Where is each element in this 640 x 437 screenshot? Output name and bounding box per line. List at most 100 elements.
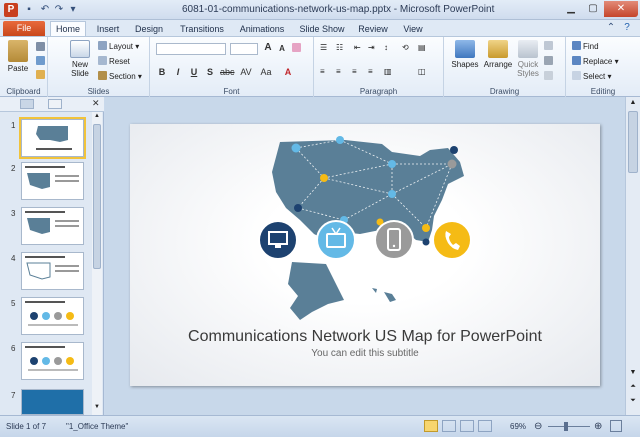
slide-thumbnail-1[interactable]: [19, 117, 86, 159]
tab-animations[interactable]: Animations: [236, 22, 288, 36]
slide-thumbnail-3[interactable]: [21, 207, 84, 245]
redo-icon[interactable]: ↷: [52, 3, 66, 17]
justify-button[interactable]: ≡: [368, 67, 373, 76]
paste-button[interactable]: Paste: [4, 40, 32, 73]
slide-scroll-thumb[interactable]: [628, 111, 638, 173]
zoom-slider[interactable]: [548, 426, 590, 427]
slide-title[interactable]: Communications Network US Map for PowerP…: [130, 328, 600, 346]
tab-file[interactable]: File: [3, 21, 45, 36]
new-slide-icon: [70, 40, 90, 58]
bold-button[interactable]: B: [156, 67, 168, 77]
tab-view[interactable]: View: [400, 22, 426, 36]
slide-subtitle[interactable]: You can edit this subtitle: [130, 348, 600, 359]
shapes-button[interactable]: Shapes: [450, 40, 480, 69]
select-button[interactable]: Select ▾: [572, 71, 611, 81]
fit-slide-icon[interactable]: [610, 420, 622, 432]
slides-tab-icon[interactable]: [20, 99, 34, 109]
close-pane-icon[interactable]: ✕: [92, 98, 100, 109]
align-text-button[interactable]: ▤: [418, 43, 426, 52]
zoom-out-icon[interactable]: ⊖: [534, 421, 542, 432]
columns-button[interactable]: ▥: [384, 67, 392, 76]
text-direction-button[interactable]: ⟲: [402, 43, 409, 52]
scroll-down-icon[interactable]: ▼: [93, 404, 101, 412]
thumbnail-scrollbar[interactable]: ▲ ▼: [92, 112, 102, 415]
tab-home[interactable]: Home: [50, 21, 86, 36]
thumbnail-scroll-thumb[interactable]: [93, 124, 101, 269]
node-dot: [422, 238, 430, 246]
undo-icon[interactable]: ↶: [38, 3, 52, 17]
zoom-level[interactable]: 69%: [510, 422, 526, 431]
slide-thumbnail-5[interactable]: [21, 297, 84, 335]
tab-slide-show[interactable]: Slide Show: [298, 22, 346, 36]
tab-insert[interactable]: Insert: [92, 22, 124, 36]
increase-indent-button[interactable]: ⇥: [368, 43, 375, 52]
save-icon[interactable]: ▪: [22, 3, 36, 17]
layout-button[interactable]: Layout ▾: [98, 41, 139, 51]
minimize-button[interactable]: ▁: [560, 1, 582, 17]
italic-button[interactable]: I: [172, 67, 184, 77]
shadow-button[interactable]: S: [204, 67, 216, 77]
slide-thumbnail-7[interactable]: [21, 389, 84, 415]
powerpoint-icon[interactable]: P: [4, 3, 18, 17]
reading-view-icon[interactable]: [460, 420, 474, 432]
font-color-button[interactable]: A: [280, 67, 296, 77]
next-slide-icon[interactable]: ⏷: [628, 397, 638, 407]
shape-effects-button[interactable]: [544, 71, 555, 81]
strikethrough-button[interactable]: abc: [220, 67, 235, 77]
align-left-button[interactable]: ≡: [320, 67, 325, 76]
shrink-font-button[interactable]: A: [276, 44, 288, 53]
format-painter-button[interactable]: [36, 70, 47, 80]
shape-outline-button[interactable]: [544, 56, 555, 66]
customize-qat-icon[interactable]: ▾: [66, 3, 80, 17]
scroll-up-icon[interactable]: ▲: [628, 99, 638, 109]
tab-transitions[interactable]: Transitions: [176, 22, 228, 36]
slide-sorter-icon[interactable]: [442, 420, 456, 432]
tab-design[interactable]: Design: [132, 22, 166, 36]
decrease-indent-button[interactable]: ⇤: [354, 43, 361, 52]
change-case-button[interactable]: Aa: [258, 67, 274, 77]
shape-fill-button[interactable]: [544, 41, 555, 51]
line-spacing-button[interactable]: ↕: [384, 43, 388, 52]
new-slide-button[interactable]: New Slide: [66, 40, 94, 78]
quick-styles-button[interactable]: Quick Styles: [516, 40, 540, 78]
reset-button[interactable]: Reset: [98, 56, 130, 66]
cut-button[interactable]: [36, 42, 47, 52]
align-right-button[interactable]: ≡: [352, 67, 357, 76]
tab-review[interactable]: Review: [356, 22, 390, 36]
slide-canvas[interactable]: Communications Network US Map for PowerP…: [130, 124, 600, 386]
copy-button[interactable]: [36, 56, 47, 66]
arrange-button[interactable]: Arrange: [482, 40, 514, 69]
find-button[interactable]: Find: [572, 41, 599, 51]
close-button[interactable]: ✕: [604, 1, 638, 17]
underline-button[interactable]: U: [188, 67, 200, 77]
paragraph-group: ☰ ☷ ⇤ ⇥ ↕ ⟲ ▤ ≡ ≡ ≡ ≡ ▥ ◫ Paragraph: [314, 37, 444, 97]
slide-thumbnail-4[interactable]: [21, 252, 84, 290]
theme-name[interactable]: "1_Office Theme": [66, 422, 128, 431]
maximize-button[interactable]: ▢: [582, 1, 604, 17]
scroll-up-icon[interactable]: ▲: [93, 113, 101, 121]
zoom-in-icon[interactable]: ⊕: [594, 421, 602, 432]
alaska-shape: [288, 262, 344, 320]
zoom-slider-thumb[interactable]: [564, 422, 568, 431]
bullets-button[interactable]: ☰: [320, 43, 327, 52]
slide-thumbnail-6[interactable]: [21, 342, 84, 380]
smartart-button[interactable]: ◫: [418, 67, 426, 76]
slide-thumbnail-2[interactable]: [21, 162, 84, 200]
section-button[interactable]: Section ▾: [98, 71, 142, 81]
scroll-down-icon[interactable]: ▼: [628, 369, 638, 379]
help-icon[interactable]: ?: [620, 21, 634, 35]
slide-show-icon[interactable]: [478, 420, 492, 432]
minimize-ribbon-icon[interactable]: ⌃: [604, 21, 618, 35]
font-size-combo[interactable]: [230, 43, 258, 55]
replace-button[interactable]: Replace ▾: [572, 56, 619, 66]
numbering-button[interactable]: ☷: [336, 43, 343, 52]
normal-view-icon[interactable]: [424, 420, 438, 432]
outline-tab-icon[interactable]: [48, 99, 62, 109]
grow-font-button[interactable]: A: [262, 42, 274, 53]
center-button[interactable]: ≡: [336, 67, 341, 76]
previous-slide-icon[interactable]: ⏶: [628, 383, 638, 393]
clear-formatting-button[interactable]: [292, 43, 303, 53]
font-name-combo[interactable]: [156, 43, 226, 55]
character-spacing-button[interactable]: AV: [238, 67, 254, 77]
slide-scrollbar[interactable]: ▲ ▼ ⏶ ⏷: [625, 97, 640, 415]
